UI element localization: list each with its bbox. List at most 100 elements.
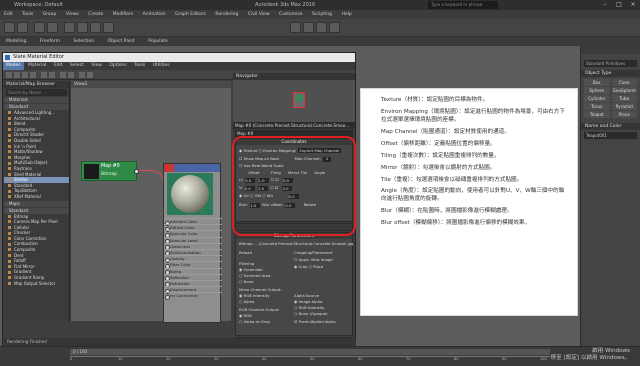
pyramidal-radio[interactable]: Pyramidal <box>244 267 263 272</box>
sme-menu-view[interactable]: View <box>88 62 105 70</box>
cylinder-button[interactable]: Cylinder <box>584 95 610 102</box>
teapot-button[interactable]: Teapot <box>584 111 610 118</box>
rotate-icon[interactable] <box>90 22 101 33</box>
undo-icon[interactable] <box>4 22 15 33</box>
place-radio[interactable]: Place <box>313 264 323 269</box>
plane-button[interactable]: Plane <box>611 111 637 118</box>
browser-item[interactable]: Map Output Selector <box>4 281 69 287</box>
menu-civil-view[interactable]: Civil View <box>244 10 274 19</box>
sme-menu-edit[interactable]: Edit <box>51 62 66 70</box>
node-wire[interactable] <box>139 170 165 218</box>
layout-all-icon[interactable] <box>60 72 66 78</box>
close-button[interactable]: × <box>626 0 640 10</box>
sme-menu-material[interactable]: Material <box>25 62 49 70</box>
pyramid-button[interactable]: Pyramid <box>611 103 637 110</box>
sme-menu-utilities[interactable]: Utilities <box>150 62 173 70</box>
sme-menu-modes[interactable]: Modes <box>3 62 24 70</box>
sphere-button[interactable]: Sphere <box>584 87 610 94</box>
ribbon-tab-selection[interactable]: Selection <box>67 37 100 46</box>
menu-help[interactable]: Help <box>337 10 355 19</box>
ribbon-tab-modeling[interactable]: Modeling <box>0 37 32 46</box>
torus-button[interactable]: Torus <box>584 103 610 110</box>
cone-button[interactable]: Cone <box>611 79 637 86</box>
navigator-view[interactable] <box>233 80 355 122</box>
show-background-icon[interactable] <box>49 72 55 78</box>
crop-radio[interactable]: Crop <box>299 264 308 269</box>
browser-search-input[interactable]: Search by Name ... <box>6 89 67 96</box>
workspace-selector[interactable]: Workspace: Default <box>14 0 63 10</box>
menu-graph-editors[interactable]: Graph Editors <box>171 10 210 19</box>
sme-menu-options[interactable]: Options <box>106 62 129 70</box>
menu-edit[interactable]: Edit <box>0 10 17 19</box>
menu-rendering[interactable]: Rendering <box>211 10 242 19</box>
assign-material-icon[interactable] <box>22 72 28 78</box>
menu-modifiers[interactable]: Modifiers <box>109 10 138 19</box>
material-node[interactable]: Ambient Color Diffuse Color Specular Col… <box>163 163 222 323</box>
navigator-frame[interactable] <box>293 92 305 108</box>
input-slot[interactable]: mr Connection <box>164 292 222 300</box>
none-opaque-radio[interactable]: None (Opaque) <box>299 311 328 316</box>
show-map-icon[interactable] <box>41 72 47 78</box>
node-view[interactable]: View1 Map #0 Bitmap Ambient Color Diffus… <box>71 81 231 323</box>
image-alpha-radio[interactable]: Image Alpha <box>299 299 323 304</box>
primitive-type-dropdown[interactable]: Standard Primitives <box>584 60 637 67</box>
menu-customize[interactable]: Customize <box>275 10 307 19</box>
tube-button[interactable]: Tube <box>611 95 637 102</box>
object-name-field[interactable]: Teapot001 <box>584 132 637 139</box>
render-icon[interactable] <box>329 22 340 33</box>
box-button[interactable]: Box <box>584 79 610 86</box>
render-setup-icon[interactable] <box>303 22 314 33</box>
redo-icon[interactable] <box>17 22 28 33</box>
bitmap-node[interactable]: Map #0 Bitmap <box>81 161 139 181</box>
move-icon[interactable] <box>77 22 88 33</box>
render-frame-icon[interactable] <box>316 22 327 33</box>
rgb-radio[interactable]: RGB <box>244 313 252 318</box>
ribbon-tab-object-paint[interactable]: Object Paint <box>102 37 141 46</box>
menu-scripting[interactable]: Scripting <box>308 10 336 19</box>
menu-animation[interactable]: Animation <box>139 10 170 19</box>
menu-tools[interactable]: Tools <box>18 10 37 19</box>
sme-menu-select[interactable]: Select <box>67 62 87 70</box>
name-color-rollout[interactable]: Name and Color <box>581 123 640 130</box>
search-input[interactable]: Type a keyword or phrase <box>428 1 498 9</box>
scale-icon[interactable] <box>103 22 114 33</box>
command-panel-tabs[interactable] <box>581 46 640 54</box>
rgb-intensity-radio[interactable]: RGB Intensity <box>244 293 270 298</box>
ribbon-tab-populate[interactable]: Populate <box>142 37 174 46</box>
timeline-ticks[interactable]: 0 10 20 30 40 50 60 70 80 90 100 <box>70 356 550 361</box>
select-tool-icon[interactable] <box>6 72 12 78</box>
ribbon-tab-freeform[interactable]: Freeform <box>34 37 66 46</box>
parameter-editor-icon[interactable] <box>87 72 93 78</box>
summed-area-radio[interactable]: Summed Area <box>244 273 271 278</box>
object-type-rollout[interactable]: Object Type <box>581 70 640 77</box>
select-icon[interactable] <box>64 22 75 33</box>
alpha-radio[interactable]: Alpha <box>244 299 255 304</box>
pick-material-icon[interactable] <box>14 72 20 78</box>
view-tab[interactable]: View1 <box>71 81 231 88</box>
geosphere-button[interactable]: GeoSphere <box>611 87 637 94</box>
view-image-button[interactable]: View Image <box>311 257 333 262</box>
group-materials[interactable]: - Materials <box>4 97 69 103</box>
bitmap-path-button[interactable]: Bitmap: ...\Concrete.Precast.Structural.… <box>239 241 355 246</box>
alpha-as-gray-radio[interactable]: Alpha as Gray <box>244 319 271 324</box>
layout-children-icon[interactable] <box>68 72 74 78</box>
link-icon[interactable] <box>34 22 45 33</box>
filter-none-radio[interactable]: None <box>244 279 254 284</box>
maximize-button[interactable]: □ <box>612 0 626 10</box>
premultiplied-alpha-checkbox[interactable]: Premultiplied Alpha <box>299 319 336 324</box>
unlink-icon[interactable] <box>47 22 58 33</box>
alpha-rgb-intensity-radio[interactable]: RGB Intensity <box>299 305 325 310</box>
browser-item[interactable]: XRef Material <box>4 194 69 200</box>
menu-group[interactable]: Group <box>39 10 61 19</box>
apply-checkbox[interactable]: Apply <box>299 257 310 262</box>
time-slider[interactable]: 0 / 100 <box>70 349 550 355</box>
material-map-browser-icon[interactable] <box>79 72 85 78</box>
material-editor-icon[interactable] <box>290 22 301 33</box>
menu-create[interactable]: Create <box>84 10 107 19</box>
reload-button[interactable]: Reload <box>239 250 252 255</box>
menu-views[interactable]: Views <box>62 10 83 19</box>
minimize-button[interactable]: – <box>598 0 612 10</box>
sme-menu-tools[interactable]: Tools <box>131 62 148 70</box>
delete-icon[interactable] <box>30 72 36 78</box>
group-maps[interactable]: - Maps <box>4 200 69 207</box>
